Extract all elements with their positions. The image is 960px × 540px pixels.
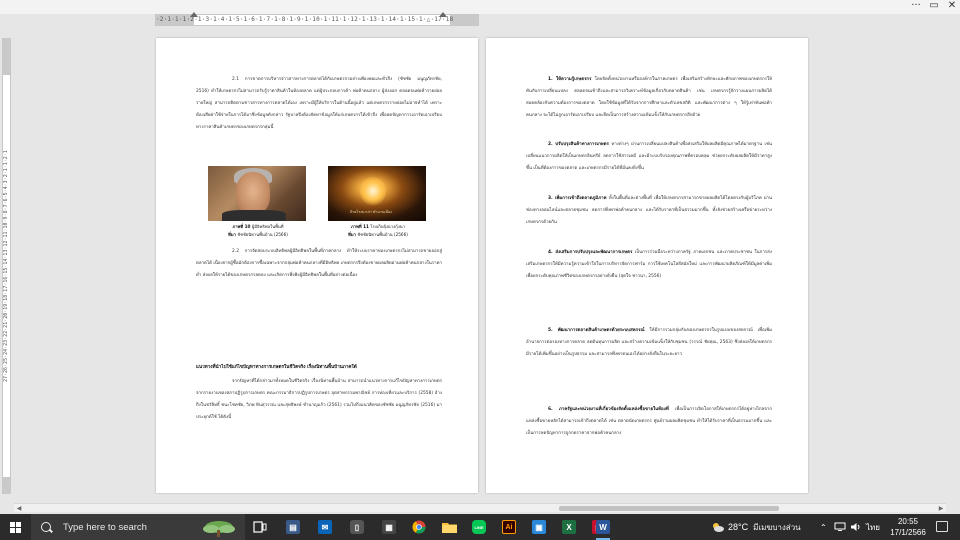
figure-11-source-label: ที่มา [348,232,356,237]
weather-description: มีเมฆบางส่วน [753,522,801,532]
window-title-bar: ··· ▭ ✕ [0,0,960,14]
figure-11-number: ภาพที่ 11 [351,224,369,229]
item-4-title: 4. ส่งเสริมการปรับปรุงและพัฒนาการเกษตร [548,250,633,255]
shirt-shape [222,210,286,221]
close-window-icon[interactable]: ✕ [942,0,960,14]
mail-icon[interactable]: ✉ [312,514,338,540]
document-page-left[interactable]: 2.1 การขาดการบริหารจ่าวสารทางการตลาดได้ก… [156,38,478,493]
search-placeholder: Type here to search [63,521,147,533]
clock-date: 17/1/2566 [890,528,926,537]
file-explorer-icon[interactable] [436,514,462,540]
item-2-paragraph[interactable]: 2. ปรับปรุงสินค้าทางการเกษตร ทางต่างๆ ผ่… [526,139,772,189]
search-icon [41,522,51,532]
phone-link-icon[interactable]: ▯ [344,514,370,540]
illustrator-icon[interactable]: Ai [496,514,522,540]
section-heading[interactable]: แนวทางที่นำไปใช้แก้ไขปัญหาทางการเกษตรในช… [196,364,442,371]
figure-11-source: ชัชชัยนิทานพื้นบ้าน (2566) [357,232,408,237]
cloud-sun-icon [713,523,724,532]
system-clock[interactable]: 20:55 17/1/2566 [888,516,928,538]
figure-10-description: ผู้มีอิทธิพลในพื้นที่ [251,224,284,229]
item-1-title: 1. ให้ความรู้เกษตรกร [548,77,592,82]
start-button[interactable] [0,514,30,540]
paragraph-solutions-intro[interactable]: จากปัญหาที่ได้กล่าวมาทั้งหมดในชีวิตจริง … [196,376,442,438]
figure-10-source-label: ที่มา [228,232,236,237]
item-6-title: 6. ภาครัฐและหน่วยงานที่เกี่ยวข้องจัดตั้ง… [548,407,669,412]
face-shape [236,172,270,214]
excel-icon[interactable]: X [556,514,582,540]
task-view-icon[interactable] [247,514,273,540]
weather-widget[interactable]: 28°C มีเมฆบางส่วน [712,514,801,540]
input-language[interactable]: ไทย [866,514,880,540]
light-glow-shape [360,176,386,206]
paragraph-2-1[interactable]: 2.1 การขาดการบริหารจ่าวสารทางการตลาดได้ก… [196,74,442,158]
figure-10-number: ภาพที่ 10 [232,224,251,229]
more-options-icon[interactable]: ··· [906,0,926,14]
horizontal-scrollbar[interactable]: ◀ ▶ [14,503,946,512]
ruler-ticks: ·2·1·1·1·2·1·3·1·4·1·5·1·6·1·7·1·8·1·9·1… [156,16,454,23]
search-highlight-tree-icon [203,521,235,537]
weather-temperature: 28°C [728,522,749,532]
item-1-paragraph[interactable]: 1. ให้ความรู้เกษตรกร โดยจัดตั้งหน่วยงานห… [526,74,772,136]
first-line-indent-marker[interactable] [190,12,198,17]
figure-11-overlay-text: ป้ายโรงนาเก่า ตำนานเมือง [350,210,392,214]
figure-10-source: ชัชชัยนิทานพื้นบ้าน (2566) [237,232,288,237]
item-5-title: 5. พัฒนาการตลาดสินค้าเกษตรด้วยระบบสหกรณ์ [548,328,645,333]
scroll-left-icon[interactable]: ◀ [14,504,24,513]
figure-10-image[interactable] [208,166,306,221]
figure-11-image[interactable]: ป้ายโรงนาเก่า ตำนานเมือง [328,166,426,221]
figure-11-description: โรงเก็บยุ้งฉางกุ้งนา [370,224,405,229]
item-6-paragraph[interactable]: 6. ภาครัฐและหน่วยงานที่เกี่ยวข้องจัดตั้ง… [526,404,772,454]
tray-chevron-icon[interactable]: ⌃ [820,514,827,540]
restore-window-icon[interactable]: ▭ [924,0,944,14]
volume-icon[interactable] [850,514,862,540]
figure-11-caption: ภาพที่ 11 โรงเก็บยุ้งฉางกุ้งนา ที่มา ชัช… [318,223,438,239]
taskbar: Type here to search ▤ ✉ ▯ ▦ LINE Ai ▣ X [0,514,960,540]
vertical-ruler[interactable]: 27·26·25·24·23·22·21·20·19·18·17·16·15·1… [2,38,11,494]
document-page-right[interactable]: 1. ให้ความรู้เกษตรกร โดยจัดตั้งหน่วยงานห… [486,38,808,493]
item-2-title: 2. ปรับปรุงสินค้าทางการเกษตร [548,142,609,147]
paragraph-2-2[interactable]: 2.2 การจัดสอบระบบอิทธิพลผู้มีอิทธิพลในพื… [196,246,442,320]
chrome-icon[interactable] [406,514,432,540]
item-3-title: 3. เพิ่มการเข้าถึงตลาดภูมิภาค [548,196,607,201]
right-indent-marker[interactable] [439,12,447,17]
item-4-paragraph[interactable]: 4. ส่งเสริมการปรับปรุงและพัฒนาการเกษตร เ… [526,247,772,321]
taskbar-search-box[interactable]: Type here to search [31,514,245,540]
store-icon[interactable]: ▦ [376,514,402,540]
horizontal-ruler[interactable]: ·2·1·1·1·2·1·3·1·4·1·5·1·6·1·7·1·8·1·9·1… [155,14,479,26]
line-app-icon[interactable]: LINE [466,514,492,540]
photos-icon[interactable]: ▣ [526,514,552,540]
notification-icon[interactable] [936,521,948,532]
widgets-icon[interactable]: ▤ [280,514,306,540]
item-3-paragraph[interactable]: 3. เพิ่มการเข้าถึงตลาดภูมิภาค ทั้งในพื้น… [526,193,772,243]
item-1-body: โดยจัดตั้งหน่วยงานหรือองค์กรในภาคเกษตร เ… [526,77,772,118]
scrollbar-thumb[interactable] [559,506,779,511]
clock-time: 20:55 [897,517,919,526]
network-icon[interactable] [834,514,846,540]
word-icon[interactable]: W [590,514,616,540]
windows-logo-icon [9,521,21,533]
figure-10-caption: ภาพที่ 10 ผู้มีอิทธิพลในพื้นที่ ที่มา ชั… [198,223,318,239]
item-5-paragraph[interactable]: 5. พัฒนาการตลาดสินค้าเกษตรด้วยระบบสหกรณ์… [526,325,772,399]
scroll-right-icon[interactable]: ▶ [936,504,946,513]
vertical-ruler-ticks: 27·26·25·24·23·22·21·20·19·18·17·16·15·1… [3,150,9,382]
